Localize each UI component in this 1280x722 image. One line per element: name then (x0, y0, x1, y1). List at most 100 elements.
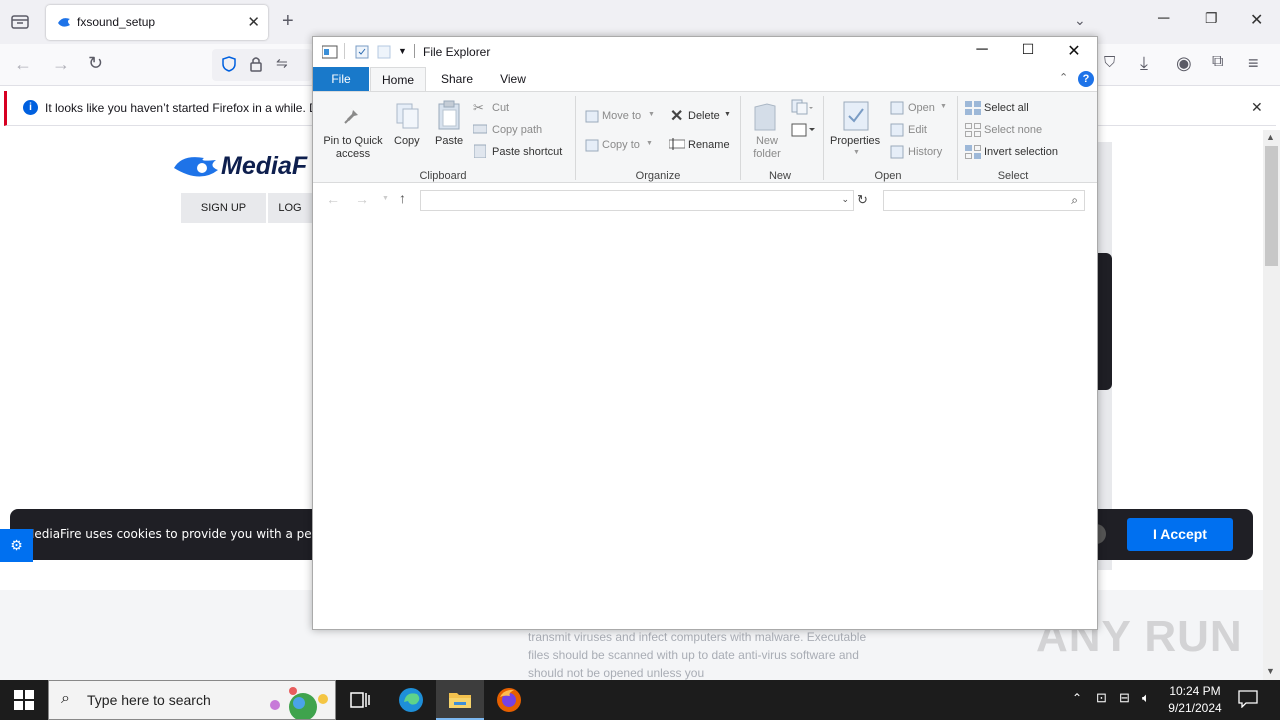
new-folder-button[interactable]: New folder (750, 135, 784, 161)
restore-icon[interactable]: ❐ (1205, 10, 1218, 27)
invert-selection-button[interactable]: Invert selection (984, 146, 1058, 158)
clipboard-group-label: Clipboard (419, 170, 467, 182)
page-side-panel-dark (1098, 253, 1112, 390)
copy-to-button[interactable]: Copy to (602, 139, 640, 151)
permissions-icon[interactable]: ⇋ (276, 55, 288, 72)
explorer-minimize-icon[interactable]: ─ (959, 41, 1005, 63)
move-to-button[interactable]: Move to (602, 110, 641, 122)
device-icon[interactable]: ⊡ (1096, 690, 1107, 706)
edit-icon (890, 123, 904, 140)
cut-icon: ✂ (473, 100, 484, 115)
history-button[interactable]: History (908, 146, 942, 158)
copy-path-button[interactable]: Copy path (492, 124, 542, 136)
tab-close-icon[interactable]: ✕ (247, 13, 260, 31)
explorer-close-icon[interactable]: ✕ (1051, 41, 1097, 63)
file-explorer-taskbar-button[interactable] (436, 680, 484, 720)
sign-up-button[interactable]: SIGN UP (181, 193, 266, 223)
open-button[interactable]: Open (908, 102, 935, 114)
account-icon[interactable]: ◉ (1176, 53, 1192, 74)
rename-button[interactable]: Rename (688, 139, 730, 151)
select-all-button[interactable]: Select all (984, 102, 1029, 114)
back-icon[interactable]: ← (14, 54, 32, 75)
explorer-maximize-icon[interactable]: ☐ (1005, 41, 1051, 63)
properties-qat-icon[interactable] (355, 45, 369, 62)
help-icon[interactable]: ? (1078, 71, 1094, 87)
paste-button[interactable]: Paste (435, 135, 463, 147)
new-tab-icon[interactable]: + (282, 10, 294, 33)
explorer-back-icon[interactable]: ← (326, 191, 340, 207)
login-button[interactable]: LOG (268, 193, 312, 223)
taskbar-clock[interactable]: 10:24 PM 9/21/2024 (1162, 683, 1228, 717)
reload-icon[interactable]: ↻ (88, 53, 103, 74)
recent-locations-icon[interactable]: ▼ (382, 195, 389, 202)
paste-shortcut-button[interactable]: Paste shortcut (492, 146, 562, 158)
refresh-icon[interactable]: ↻ (857, 192, 868, 208)
notification-close-icon[interactable]: ✕ (1251, 99, 1263, 116)
delete-icon: ✕ (670, 108, 684, 125)
windows-start-icon[interactable] (14, 690, 34, 713)
forward-icon[interactable]: → (52, 54, 70, 75)
tab-view[interactable]: View (485, 67, 541, 91)
tab-title: fxsound_setup (77, 15, 156, 29)
taskbar-search-box[interactable]: ⌕ Type here to search (48, 680, 336, 722)
minimize-icon[interactable]: ─ (1158, 10, 1169, 28)
firefox-icon[interactable] (496, 687, 522, 716)
explorer-title-bar[interactable]: ▼ File Explorer ─ ☐ ✕ (313, 37, 1097, 67)
easy-access-icon[interactable] (791, 121, 815, 140)
task-view-icon[interactable] (350, 690, 370, 713)
shield-icon[interactable] (222, 56, 236, 75)
copy-button[interactable]: Copy (394, 135, 420, 147)
select-none-button[interactable]: Select none (984, 124, 1042, 136)
tab-file[interactable]: File (313, 67, 369, 91)
edit-button[interactable]: Edit (908, 124, 927, 136)
network-icon[interactable]: ⊟ (1119, 690, 1130, 706)
delete-button[interactable]: Delete (688, 110, 720, 122)
properties-button[interactable]: Properties (830, 135, 880, 147)
show-hidden-icons-icon[interactable]: ⌃ (1072, 691, 1082, 705)
tab-manager-icon[interactable] (11, 13, 29, 32)
address-dropdown-icon[interactable]: ⌄ (841, 194, 849, 205)
mediafire-favicon-icon (56, 15, 72, 32)
accept-cookies-button[interactable]: I Accept (1127, 518, 1233, 551)
search-box[interactable]: ⌕ (883, 190, 1085, 211)
scroll-up-icon[interactable]: ▲ (1266, 132, 1275, 142)
browser-tab[interactable]: fxsound_setup ✕ (46, 5, 268, 40)
url-bar[interactable]: ⇋ (212, 49, 312, 81)
new-item-icon[interactable] (791, 99, 813, 118)
explorer-forward-icon[interactable]: → (355, 191, 369, 207)
copy-icon (395, 102, 421, 133)
tab-share[interactable]: Share (429, 67, 485, 91)
search-icon: ⌕ (1071, 193, 1078, 207)
scrollbar-thumb[interactable] (1265, 146, 1278, 266)
pin-to-quick-access-button[interactable]: Pin to Quick access (321, 135, 385, 161)
up-one-level-icon[interactable]: ↑ (399, 190, 406, 206)
notifications-icon[interactable] (1238, 690, 1258, 711)
extensions-icon[interactable]: ⧉ (1212, 53, 1223, 71)
mediafire-logo-text[interactable]: MediaF (221, 152, 307, 181)
scroll-down-icon[interactable]: ▼ (1266, 666, 1275, 676)
tab-home[interactable]: Home (370, 67, 426, 91)
customize-qat-icon[interactable]: ▼ (398, 46, 407, 56)
folder-icon (448, 689, 472, 712)
lock-icon[interactable] (250, 56, 262, 75)
list-all-tabs-icon[interactable]: ⌄ (1074, 12, 1086, 29)
address-bar[interactable]: ⌄ (420, 190, 854, 211)
cut-button[interactable]: Cut (492, 102, 509, 114)
select-group-label: Select (997, 170, 1029, 182)
search-highlight-icon (263, 685, 333, 722)
paste-shortcut-icon (473, 144, 487, 161)
file-list-area[interactable] (313, 219, 1097, 629)
close-window-icon[interactable]: ✕ (1250, 10, 1263, 30)
mediafire-logo-icon[interactable] (172, 152, 220, 185)
new-group-label: New (768, 170, 791, 182)
rename-icon (668, 138, 686, 153)
ribbon-collapse-icon[interactable]: ⌃ (1059, 71, 1068, 84)
downloads-icon[interactable]: ⤓ (1140, 53, 1148, 74)
edge-icon[interactable] (398, 687, 424, 716)
privacy-settings-icon[interactable]: ⚙ (0, 529, 33, 562)
new-folder-qat-icon[interactable] (377, 45, 391, 62)
pocket-icon[interactable]: ⛉ (1104, 54, 1115, 71)
volume-icon[interactable]: 🔈︎ (1142, 690, 1150, 706)
explorer-title: File Explorer (423, 45, 491, 59)
menu-icon[interactable]: ≡ (1248, 53, 1259, 74)
